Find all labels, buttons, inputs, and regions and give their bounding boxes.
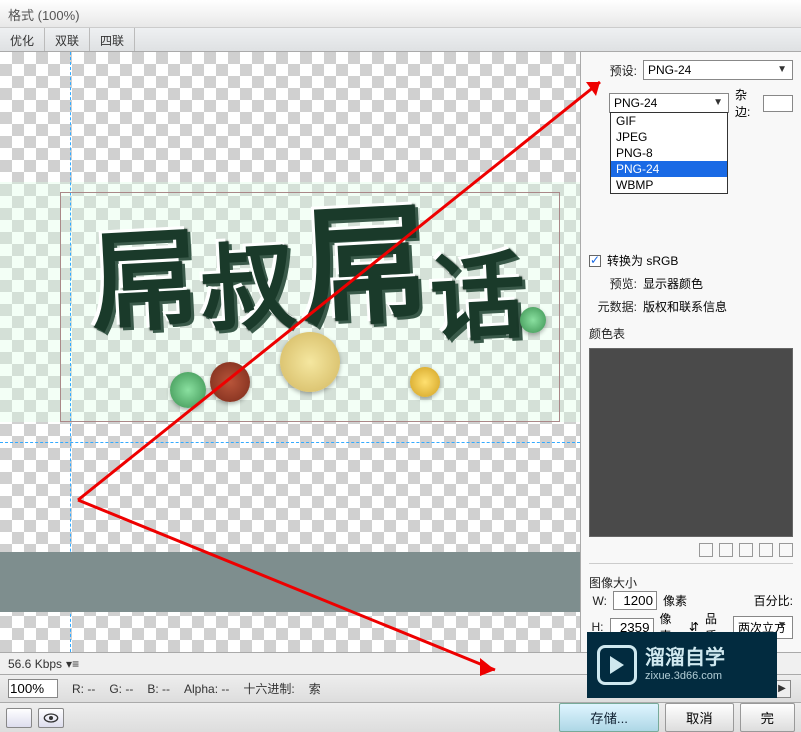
width-label: W:: [589, 594, 607, 608]
preview-value: 显示器颜色: [643, 275, 703, 292]
zoom-input[interactable]: [8, 679, 58, 698]
r-value: R: --: [72, 682, 95, 696]
preview-canvas[interactable]: 屌 叔 屌 话: [0, 52, 581, 652]
convert-srgb-checkbox[interactable]: [589, 255, 601, 267]
format-dropdown-list: GIF JPEG PNG-8 PNG-24 WBMP: [610, 112, 728, 194]
ct-tool-4[interactable]: [759, 543, 773, 557]
format-option-png24[interactable]: PNG-24: [611, 161, 727, 177]
format-option-gif[interactable]: GIF: [611, 113, 727, 129]
b-value: B: --: [147, 682, 170, 696]
tab-2up[interactable]: 双联: [45, 28, 90, 51]
convert-srgb-label: 转换为 sRGB: [607, 252, 678, 269]
index-label: 索: [309, 680, 321, 697]
matte-label: 杂边:: [735, 86, 757, 120]
color-table[interactable]: [589, 348, 793, 537]
watermark-logo: [597, 645, 637, 685]
ct-tool-trash[interactable]: [779, 543, 793, 557]
format-option-wbmp[interactable]: WBMP: [611, 177, 727, 193]
cancel-button[interactable]: 取消: [665, 703, 734, 732]
preview-label: 预览:: [589, 275, 637, 292]
hex-label: 十六进制:: [243, 680, 294, 697]
g-value: G: --: [109, 682, 133, 696]
watermark-title: 溜溜自学: [645, 646, 725, 670]
px-label-w: 像素: [663, 592, 687, 609]
preset-select[interactable]: PNG-24: [643, 60, 793, 80]
ct-tool-1[interactable]: [699, 543, 713, 557]
width-input[interactable]: [613, 591, 657, 610]
imagesize-label: 图像大小: [589, 574, 793, 591]
matte-input[interactable]: [763, 95, 793, 112]
format-option-png8[interactable]: PNG-8: [611, 145, 727, 161]
artwork-image: 屌 叔 屌 话: [80, 152, 560, 422]
format-option-jpeg[interactable]: JPEG: [611, 129, 727, 145]
metadata-label: 元数据:: [589, 298, 637, 315]
done-button[interactable]: 完: [740, 703, 795, 732]
hand-tool-button[interactable]: [6, 708, 32, 728]
alpha-value: Alpha: --: [184, 682, 229, 696]
tab-4up[interactable]: 四联: [90, 28, 135, 51]
tab-optimize[interactable]: 优化: [0, 28, 45, 51]
metadata-value: 版权和联系信息: [643, 298, 727, 315]
settings-panel: 预设: PNG-24 PNG-24 GIF JPEG PNG-8 PNG-24 …: [581, 52, 801, 652]
dialog-buttons-bar: 存储... 取消 完: [0, 702, 801, 732]
save-button[interactable]: 存储...: [559, 703, 659, 732]
watermark: 溜溜自学 zixue.3d66.com: [587, 632, 777, 698]
preset-label: 预设:: [589, 62, 637, 79]
watermark-url: zixue.3d66.com: [645, 670, 725, 683]
ct-tool-3[interactable]: [739, 543, 753, 557]
percent-label: 百分比:: [754, 592, 793, 609]
preview-browser-button[interactable]: [38, 708, 64, 728]
ct-tool-2[interactable]: [719, 543, 733, 557]
view-tabs: 优化 双联 四联: [0, 28, 801, 52]
format-dropdown[interactable]: PNG-24 GIF JPEG PNG-8 PNG-24 WBMP: [609, 93, 729, 113]
colortable-tools: [589, 543, 793, 557]
colortable-label: 颜色表: [589, 325, 793, 342]
window-title: 格式 (100%): [0, 0, 801, 28]
